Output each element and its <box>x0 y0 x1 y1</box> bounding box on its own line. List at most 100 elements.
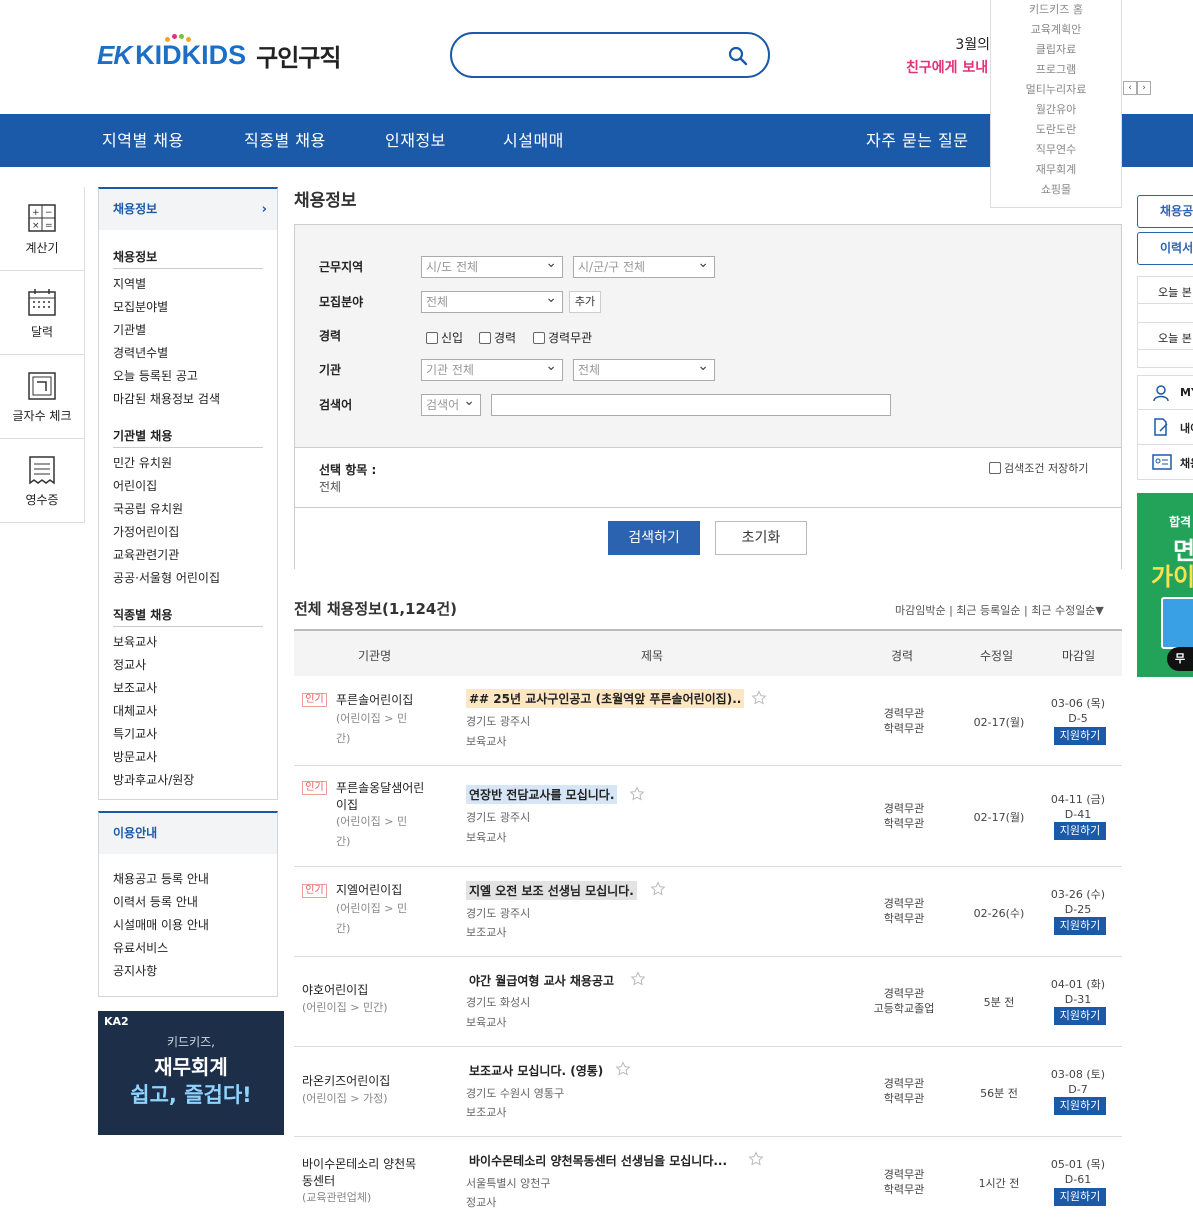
table-row[interactable]: 인기 지엘어린이집 (어린이집 > 민간) 지엘 오전 보조 선생님 모십니다.… <box>294 867 1122 957</box>
side-link[interactable]: 기관별 <box>113 322 263 345</box>
star-icon[interactable] <box>615 1061 631 1077</box>
side-link[interactable]: 보조교사 <box>113 680 263 703</box>
side-link[interactable]: 모집분야별 <box>113 299 263 322</box>
apply-button[interactable]: 지원하기 <box>1054 822 1106 840</box>
apply-button[interactable]: 지원하기 <box>1054 1097 1106 1115</box>
side-link[interactable]: 방문교사 <box>113 749 263 772</box>
receipt-tool[interactable]: 영수증 <box>0 439 85 523</box>
sort-options[interactable]: 마감임박순 | 최근 등록일순 | 최근 수정일순▼ <box>895 602 1104 618</box>
usage-link[interactable]: 공지사항 <box>113 963 263 986</box>
dropdown-item[interactable]: 키드키즈 홈 <box>991 0 1121 20</box>
char-count-tool[interactable]: 글자수 체크 <box>0 355 85 439</box>
org-type-select[interactable]: 기관 전체 <box>421 356 563 381</box>
job-title[interactable]: 보조교사 모십니다. (영통) <box>466 1061 606 1080</box>
reset-button[interactable]: 초기화 <box>715 521 807 555</box>
promo-prev-button[interactable]: ‹ <box>1123 81 1137 95</box>
usage-link[interactable]: 시설매매 이용 안내 <box>113 917 263 940</box>
star-icon[interactable] <box>629 786 645 802</box>
keyword-type-select[interactable]: 검색어 <box>421 391 481 416</box>
table-row[interactable]: 야호어린이집 (어린이집 > 민간) 야간 월급여형 교사 채용공고 경기도 화… <box>294 957 1122 1047</box>
side-link[interactable]: 교육관련기관 <box>113 547 263 570</box>
field-select[interactable]: 전체 <box>421 288 563 313</box>
career-any-checkbox[interactable]: 경력무관 <box>533 329 592 346</box>
add-field-button[interactable]: 추가 <box>569 291 601 313</box>
side-link[interactable]: 특기교사 <box>113 726 263 749</box>
side-link[interactable]: 마감된 채용정보 검색 <box>113 391 263 414</box>
nav-region-jobs[interactable]: 지역별 채용 <box>102 114 184 167</box>
calculator-tool[interactable]: + − × = 계산기 <box>0 187 85 271</box>
usage-link[interactable]: 이력서 등록 안내 <box>113 894 263 917</box>
nav-facility-trade[interactable]: 시설매매 <box>503 114 564 167</box>
nav-talent[interactable]: 인재정보 <box>385 114 446 167</box>
dropdown-item[interactable]: 멀티누리자료 <box>991 80 1121 100</box>
org-name[interactable]: 푸른솔옹달샘어린이집 <box>336 780 431 814</box>
side-menu-head[interactable]: 채용정보 › <box>99 189 277 230</box>
side-link[interactable]: 공공·서울형 어린이집 <box>113 570 263 593</box>
dropdown-item[interactable]: 재무회계 <box>991 160 1121 180</box>
table-row[interactable]: 인기 푸른솔어린이집 (어린이집 > 민간) ## 25년 교사구인공고 (초월… <box>294 676 1122 766</box>
org-name[interactable]: 야호어린이집 <box>302 982 432 999</box>
side-link[interactable]: 오늘 등록된 공고 <box>113 368 263 391</box>
side-link[interactable]: 정교사 <box>113 657 263 680</box>
region-sido-select[interactable]: 시/도 전체 <box>421 253 563 278</box>
accounting-banner[interactable]: KA2 키드키즈, 재무회계 쉽고, 즐겁다! <box>98 1011 284 1135</box>
table-row[interactable]: 라온키즈어린이집 (어린이집 > 가정) 보조교사 모십니다. (영통) 경기도… <box>294 1047 1122 1137</box>
org-name[interactable]: 지엘어린이집 <box>336 882 431 899</box>
dropdown-item[interactable]: 월간유아 <box>991 100 1121 120</box>
calendar-tool[interactable]: 달력 <box>0 271 85 355</box>
side-link[interactable]: 방과후교사/원장 <box>113 772 263 795</box>
nav-faq[interactable]: 자주 묻는 질문 <box>866 114 969 167</box>
search-button[interactable]: 검색하기 <box>608 521 700 555</box>
table-row[interactable]: 인기 푸른솔옹달샘어린이집 (어린이집 > 민간) 연장반 전담교사를 모십니다… <box>294 766 1122 867</box>
org-name[interactable]: 푸른솔어린이집 <box>336 692 431 709</box>
side-link[interactable]: 가정어린이집 <box>113 524 263 547</box>
side-link[interactable]: 경력년수별 <box>113 345 263 368</box>
usage-link[interactable]: 유료서비스 <box>113 940 263 963</box>
promo-banner[interactable]: 3월의 친구에게 보내 <box>906 34 996 74</box>
my-jobs-link[interactable]: 채용 <box>1137 445 1193 480</box>
dropdown-item[interactable]: 도란도란 <box>991 120 1121 140</box>
side-link[interactable]: 대체교사 <box>113 703 263 726</box>
apply-button[interactable]: 지원하기 <box>1054 727 1106 745</box>
search-icon[interactable] <box>728 46 748 66</box>
dropdown-item[interactable]: 교육계획안 <box>991 20 1121 40</box>
keyword-input[interactable] <box>491 394 891 416</box>
dropdown-item[interactable]: 클립자료 <box>991 40 1121 60</box>
job-title[interactable]: ## 25년 교사구인공고 (초월역앞 푸른솔어린이집).. <box>466 689 745 708</box>
table-row[interactable]: 바이수몬테소리 양천목동센터 (교육관련업체) 바이수몬테소리 양천목동센터 선… <box>294 1137 1122 1223</box>
org-sub-select[interactable]: 전체 <box>573 356 715 381</box>
region-sigungu-select[interactable]: 시/군/구 전체 <box>573 253 715 278</box>
org-name[interactable]: 라온키즈어린이집 <box>302 1073 432 1090</box>
usage-link[interactable]: 채용공고 등록 안내 <box>113 871 263 894</box>
apply-button[interactable]: 지원하기 <box>1054 1007 1106 1025</box>
dropdown-item[interactable]: 직무연수 <box>991 140 1121 160</box>
apply-button[interactable]: 지원하기 <box>1054 917 1106 935</box>
job-title[interactable]: 연장반 전담교사를 모십니다. <box>466 785 618 804</box>
my-page-link[interactable]: MY <box>1137 375 1193 410</box>
side-link[interactable]: 보육교사 <box>113 634 263 657</box>
nav-occupation-jobs[interactable]: 직종별 채용 <box>244 114 326 167</box>
save-condition-checkbox[interactable]: 검색조건 저장하기 <box>989 460 1088 476</box>
promo-next-button[interactable]: › <box>1137 81 1151 95</box>
star-icon[interactable] <box>751 690 767 706</box>
side-link[interactable]: 민간 유치원 <box>113 455 263 478</box>
search-input[interactable] <box>450 32 770 78</box>
post-job-button[interactable]: 채용공고 <box>1137 195 1193 228</box>
career-new-checkbox[interactable]: 신입 <box>426 329 463 346</box>
dropdown-item[interactable]: 쇼핑몰 <box>991 180 1121 200</box>
job-title[interactable]: 야간 월급여형 교사 채용공고 <box>466 971 617 990</box>
interview-guide-banner[interactable]: 합격 면 가이 무 <box>1137 493 1193 677</box>
side-link[interactable]: 어린이집 <box>113 478 263 501</box>
side-link[interactable]: 지역별 <box>113 276 263 299</box>
site-logo[interactable]: EK KIDKIDS 구인구직 <box>97 33 341 72</box>
job-title[interactable]: 지엘 오전 보조 선생님 모십니다. <box>466 881 637 900</box>
star-icon[interactable] <box>630 971 646 987</box>
org-name[interactable]: 바이수몬테소리 양천목동센터 <box>302 1156 427 1190</box>
job-title[interactable]: 바이수몬테소리 양천목동센터 선생님을 모십니다... <box>466 1151 730 1170</box>
apply-button[interactable]: 지원하기 <box>1054 1188 1106 1206</box>
dropdown-item[interactable]: 프로그램 <box>991 60 1121 80</box>
star-icon[interactable] <box>650 881 666 897</box>
career-exp-checkbox[interactable]: 경력 <box>479 329 516 346</box>
side-link[interactable]: 국공립 유치원 <box>113 501 263 524</box>
my-resume-link[interactable]: 내이 <box>1137 410 1193 445</box>
